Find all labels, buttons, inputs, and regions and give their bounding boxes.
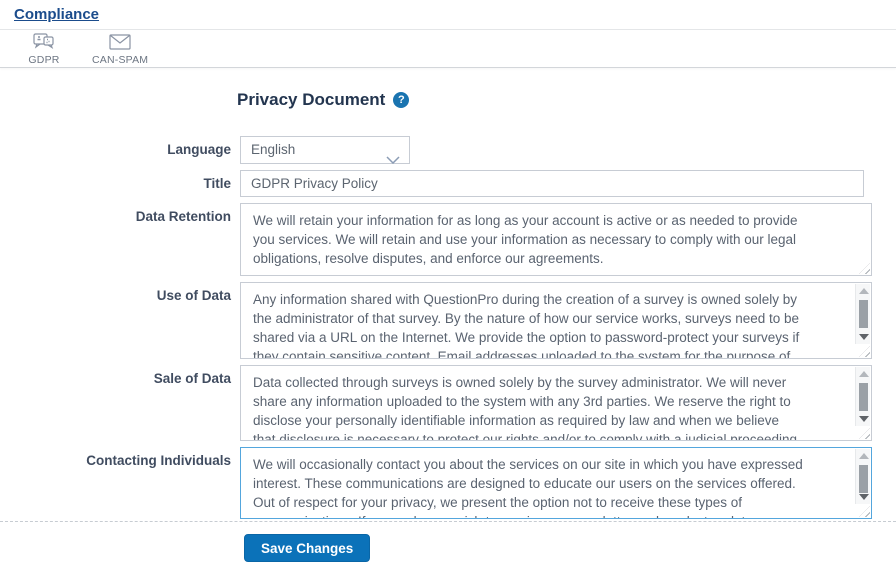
data-retention-label: Data Retention (0, 203, 240, 276)
scrollbar[interactable] (855, 367, 870, 426)
save-row: Save Changes (0, 534, 896, 562)
title-input[interactable]: GDPR Privacy Policy (240, 170, 864, 197)
language-label: Language (0, 136, 240, 164)
breadcrumb-bar: Compliance (0, 0, 896, 30)
gdpr-icon (32, 32, 56, 52)
use-of-data-textarea[interactable]: Any information shared with QuestionPro … (240, 282, 872, 359)
toolbar-label-can-spam: CAN-SPAM (92, 54, 148, 66)
scroll-up-arrow-icon[interactable] (859, 453, 869, 459)
title-label: Title (0, 170, 240, 197)
scroll-down-arrow-icon[interactable] (859, 416, 869, 422)
scroll-down-arrow-icon[interactable] (859, 494, 869, 500)
scroll-down-arrow-icon[interactable] (859, 334, 869, 340)
contacting-individuals-text: We will occasionally contact you about t… (241, 448, 871, 519)
use-of-data-row: Use of Data Any information shared with … (0, 282, 896, 359)
page-title-row: Privacy Document ? (0, 90, 896, 110)
scrollbar[interactable] (855, 449, 870, 504)
help-icon[interactable]: ? (393, 92, 409, 108)
privacy-document-form: Language English Title GDPR Privacy Poli… (0, 136, 896, 519)
compliance-toolbar: GDPR CAN-SPAM (0, 30, 896, 68)
use-of-data-label: Use of Data (0, 282, 240, 359)
sale-of-data-textarea[interactable]: Data collected through surveys is owned … (240, 365, 872, 441)
title-input-value: GDPR Privacy Policy (251, 176, 378, 191)
toolbar-item-can-spam[interactable]: CAN-SPAM (92, 32, 148, 66)
scroll-thumb[interactable] (859, 465, 868, 493)
contacting-individuals-textarea[interactable]: We will occasionally contact you about t… (240, 447, 872, 519)
scrollbar[interactable] (855, 284, 870, 344)
save-changes-button[interactable]: Save Changes (244, 534, 370, 562)
language-selected-value: English (251, 142, 295, 157)
breadcrumb-compliance-link[interactable]: Compliance (14, 6, 99, 23)
scroll-thumb[interactable] (859, 383, 868, 411)
envelope-icon (107, 32, 133, 52)
bottom-dashed-divider (0, 521, 896, 522)
data-retention-textarea[interactable]: We will retain your information for as l… (240, 203, 872, 276)
contacting-individuals-row: Contacting Individuals We will occasiona… (0, 447, 896, 519)
scroll-thumb[interactable] (859, 300, 868, 328)
data-retention-text: We will retain your information for as l… (241, 204, 871, 268)
scroll-up-arrow-icon[interactable] (859, 371, 869, 377)
toolbar-label-gdpr: GDPR (28, 54, 59, 66)
language-select[interactable]: English (240, 136, 410, 164)
contacting-individuals-label: Contacting Individuals (0, 447, 240, 519)
sale-of-data-row: Sale of Data Data collected through surv… (0, 365, 896, 441)
data-retention-row: Data Retention We will retain your infor… (0, 203, 896, 276)
sale-of-data-text: Data collected through surveys is owned … (241, 366, 871, 441)
use-of-data-text: Any information shared with QuestionPro … (241, 283, 871, 359)
title-row: Title GDPR Privacy Policy (0, 170, 896, 197)
page-title: Privacy Document (237, 90, 385, 110)
toolbar-item-gdpr[interactable]: GDPR (22, 32, 66, 66)
language-row: Language English (0, 136, 896, 164)
sale-of-data-label: Sale of Data (0, 365, 240, 441)
scroll-up-arrow-icon[interactable] (859, 288, 869, 294)
